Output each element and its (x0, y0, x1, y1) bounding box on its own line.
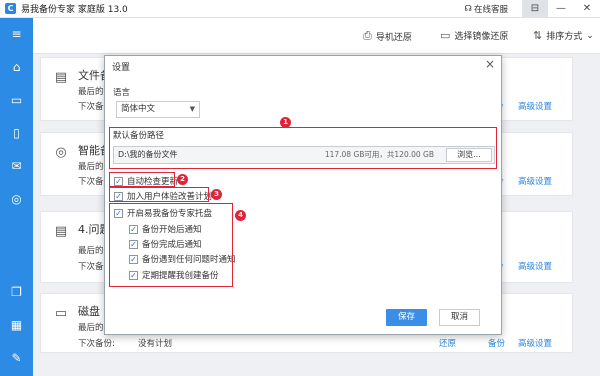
next-backup-value: 没有计划 (138, 339, 173, 349)
minimize-button[interactable]: — (548, 0, 574, 18)
highlight-box-2 (109, 172, 175, 187)
app-logo-icon: C (5, 3, 16, 14)
mail-icon[interactable]: ✉ (9, 159, 24, 174)
file-backup-icon: ▤ (54, 224, 68, 239)
settings-dialog: 设置 × 语言 简体中文 ▼ 默认备份路径 D:\我的备份文件 117.08 G… (104, 55, 502, 335)
advanced-settings-link[interactable]: 高级设置 (518, 260, 552, 272)
sort-button[interactable]: ⇅ 排序方式 ⌄ (533, 29, 594, 42)
chevron-down-icon: ⌄ (586, 30, 594, 41)
restore-link[interactable]: 还原 (439, 337, 456, 349)
cancel-button[interactable]: 取消 (439, 309, 480, 326)
advanced-settings-link[interactable]: 高级设置 (518, 100, 552, 112)
chevron-down-icon: ▼ (189, 105, 195, 113)
marker-1: 1 (280, 117, 291, 128)
sort-icon: ⇅ (533, 29, 543, 42)
toolbar: ⎙ 导机还原 ▭ 选择镜像还原 ⇅ 排序方式 ⌄ (33, 18, 600, 54)
disk-icon[interactable]: ▭ (9, 93, 24, 108)
advanced-settings-link[interactable]: 高级设置 (518, 175, 552, 187)
advanced-settings-link[interactable]: 高级设置 (518, 337, 552, 349)
restore-icon: ⎙ (363, 29, 372, 42)
highlight-box-3 (109, 187, 209, 202)
save-button[interactable]: 保存 (386, 309, 427, 326)
language-select[interactable]: 简体中文 ▼ (116, 101, 200, 118)
marker-3: 3 (211, 189, 222, 200)
online-support-link[interactable]: ☊ 在线客服 (464, 3, 508, 15)
file-backup-icon: ▤ (54, 70, 68, 85)
close-icon[interactable]: × (485, 57, 495, 71)
smart-backup-icon: ◎ (55, 145, 67, 160)
file-icon[interactable]: ▯ (9, 126, 24, 141)
tools-icon[interactable]: ▦ (9, 318, 24, 333)
smart-icon[interactable]: ◎ (9, 192, 24, 207)
sidebar: ≡ ⌂ ▭ ▯ ✉ ◎ ❐ ▦ ✎ (0, 18, 33, 376)
dialog-title: 设置 (112, 63, 131, 73)
title-bar: C 易我备份专家 家庭版 13.0 ☊ 在线客服 ⊟ — ✕ (0, 0, 600, 18)
highlight-box-4 (109, 203, 233, 287)
marker-2: 2 (177, 174, 188, 185)
highlight-box-1 (109, 127, 497, 169)
clone-icon[interactable]: ❐ (9, 285, 24, 300)
system-restore-button[interactable]: ⎙ 导机还原 (363, 29, 412, 43)
restore-window-button[interactable]: ⊟ (522, 0, 548, 18)
disk-backup-icon: ▭ (54, 306, 68, 321)
menu-icon[interactable]: ≡ (9, 27, 24, 42)
app-title: 易我备份专家 家庭版 13.0 (21, 5, 128, 15)
marker-4: 4 (235, 210, 246, 221)
folder-icon: ▭ (440, 29, 451, 42)
close-button[interactable]: ✕ (574, 0, 600, 18)
backup-icon[interactable]: ⌂ (9, 60, 24, 75)
next-backup-label: 下次备份: (78, 339, 115, 349)
mirror-restore-button[interactable]: ▭ 选择镜像还原 (440, 29, 508, 42)
language-label: 语言 (113, 88, 131, 98)
backup-link[interactable]: 备份 (488, 337, 505, 349)
headset-icon: ☊ (464, 4, 472, 14)
settings-icon[interactable]: ✎ (9, 351, 24, 366)
